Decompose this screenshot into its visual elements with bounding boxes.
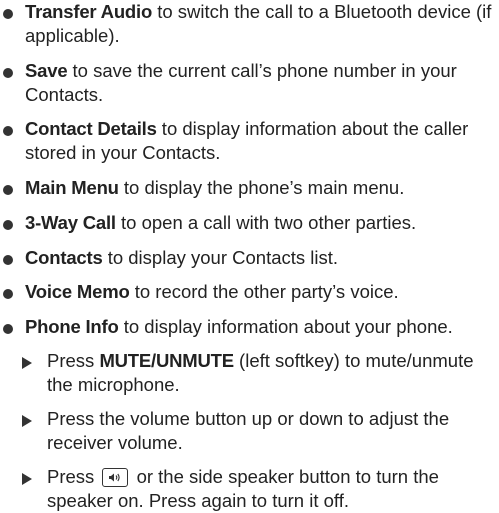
bullet-dot: [3, 255, 13, 265]
option-3-way-call: 3-Way Call to open a call with two other…: [0, 211, 497, 235]
option-desc: to display the phone’s main menu.: [118, 177, 405, 198]
step-speaker: Press or the side speaker button to turn…: [0, 465, 497, 513]
bullet-dot: [3, 324, 13, 334]
option-contact-details: Contact Details to display information a…: [0, 117, 497, 165]
bullet-dot: [3, 68, 13, 78]
option-term: 3-Way Call: [25, 212, 116, 233]
option-desc: to save the current call’s phone number …: [25, 60, 457, 105]
option-term: Voice Memo: [25, 281, 130, 302]
step-mute: Press MUTE/UNMUTE (left softkey) to mute…: [0, 349, 497, 397]
bullet-dot: [3, 220, 13, 230]
option-term: Contact Details: [25, 118, 157, 139]
bullet-dot: [3, 126, 13, 136]
option-desc: to display information about your phone.: [118, 316, 453, 337]
bullet-dot: [3, 185, 13, 195]
option-desc: to record the other party’s voice.: [129, 281, 399, 302]
speaker-key-icon: [102, 468, 129, 487]
bullet-dot: [3, 9, 13, 19]
arrow-bullet-icon: [22, 473, 32, 485]
option-term: Main Menu: [25, 177, 119, 198]
option-contacts: Contacts to display your Contacts list.: [0, 246, 497, 270]
option-phone-info: Phone Info to display information about …: [0, 315, 497, 339]
option-desc: to display your Contacts list.: [102, 247, 339, 268]
arrow-bullet-icon: [22, 415, 32, 427]
bullet-dot: [3, 289, 13, 299]
option-transfer-audio: Transfer Audio to switch the call to a B…: [0, 0, 497, 48]
step-prefix: Press: [47, 350, 100, 371]
manual-page: Transfer Audio to switch the call to a B…: [0, 0, 499, 511]
option-desc: to open a call with two other parties.: [115, 212, 417, 233]
option-voice-memo: Voice Memo to record the other party’s v…: [0, 280, 497, 304]
step-volume: Press the volume button up or down to ad…: [0, 407, 497, 455]
option-main-menu: Main Menu to display the phone’s main me…: [0, 176, 497, 200]
step-prefix: Press: [47, 466, 100, 487]
option-save: Save to save the current call’s phone nu…: [0, 59, 497, 107]
option-term: Transfer Audio: [25, 1, 153, 22]
arrow-bullet-icon: [22, 357, 32, 369]
step-text: Press the volume button up or down to ad…: [47, 408, 450, 453]
option-term: Save: [25, 60, 68, 81]
option-term: Phone Info: [25, 316, 119, 337]
option-term: Contacts: [25, 247, 103, 268]
step-key-label: MUTE/UNMUTE: [99, 350, 234, 371]
